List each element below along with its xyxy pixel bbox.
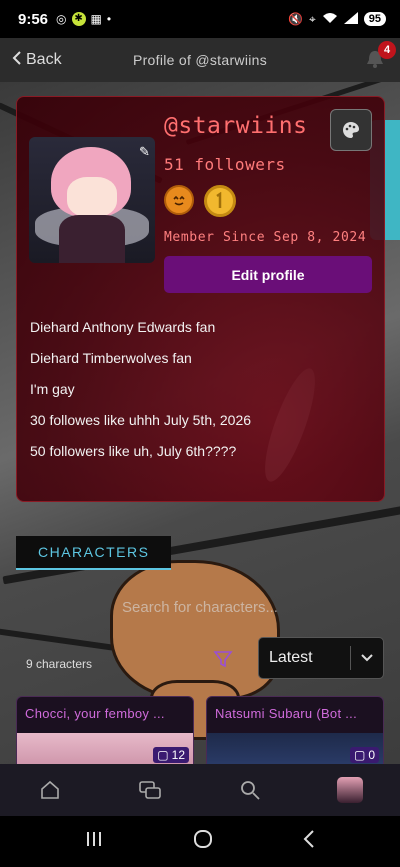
- notification-badge: 4: [378, 41, 396, 59]
- chevron-down-icon: [357, 647, 377, 672]
- nav-profile[interactable]: [326, 770, 374, 810]
- gold-coin-badge-icon: [204, 185, 236, 217]
- hotspot-icon: ◎: [56, 12, 67, 26]
- sort-select[interactable]: Latest: [258, 637, 384, 679]
- character-card[interactable]: Natsumi Subaru (Bot ... ▢ 0: [206, 696, 384, 766]
- profile-bio: Diehard Anthony Edwards fan Diehard Timb…: [30, 319, 251, 474]
- back-system-button[interactable]: [302, 829, 316, 854]
- battery-level: 95: [363, 12, 386, 26]
- edit-avatar-pencil-icon[interactable]: ✎: [139, 144, 150, 160]
- chat-bubble-icon: ▢: [157, 748, 169, 762]
- status-bar: 9:56 ◎ ✱ ▦ • 🔇 ⌖ 95: [0, 0, 400, 38]
- back-label: Back: [26, 51, 62, 68]
- nav-home[interactable]: [26, 770, 74, 810]
- mute-icon: 🔇: [288, 12, 303, 26]
- app-notification-icon: ✱: [71, 12, 86, 26]
- profile-badges: [164, 185, 236, 217]
- profile-avatar-icon: [337, 777, 363, 803]
- bio-line: I'm gay: [30, 381, 75, 397]
- pumpkin-badge-icon: [164, 185, 194, 215]
- bio-line: 50 followers like uh, July 6th????: [30, 443, 237, 459]
- character-card[interactable]: Chocci, your femboy ... ▢ 12: [16, 696, 194, 766]
- calendar-icon: ▦: [90, 12, 102, 26]
- sort-selected-value: Latest: [269, 649, 313, 666]
- back-arrow-icon: [303, 830, 314, 848]
- palette-icon: [343, 122, 359, 138]
- bio-line: Diehard Timberwolves fan: [30, 350, 192, 366]
- home-circle-icon: [193, 830, 212, 848]
- wifi-icon: [322, 12, 338, 27]
- back-button[interactable]: Back: [12, 50, 62, 71]
- home-system-button[interactable]: [193, 829, 213, 854]
- bottom-navigation: [0, 764, 400, 816]
- status-time: 9:56: [18, 10, 49, 28]
- chat-count-badge: ▢ 0: [349, 747, 379, 763]
- character-search-input[interactable]: [16, 587, 384, 627]
- header-bar: Back Profile of @starwiins 4: [0, 38, 400, 82]
- recents-icon: [87, 832, 102, 846]
- search-icon: [241, 781, 260, 800]
- chats-icon: [139, 781, 161, 799]
- character-count: 9 characters: [26, 657, 93, 671]
- notifications-button[interactable]: 4: [364, 41, 396, 72]
- profile-tabs: CHARACTERS: [16, 536, 172, 570]
- theme-palette-button[interactable]: [330, 109, 372, 151]
- cell-signal-icon: [343, 11, 358, 27]
- nav-search[interactable]: [226, 770, 274, 810]
- profile-username: @starwiins: [164, 113, 308, 139]
- member-since: Member Since Sep 8, 2024: [164, 230, 367, 245]
- more-dot-icon: •: [106, 12, 112, 26]
- location-icon: ⌖: [308, 11, 316, 26]
- character-name: Natsumi Subaru (Bot ...: [215, 706, 358, 721]
- character-name: Chocci, your femboy ...: [25, 706, 165, 721]
- chat-bubble-icon: ▢: [353, 748, 366, 762]
- filter-button[interactable]: [212, 648, 234, 670]
- filter-funnel-icon: [213, 651, 233, 668]
- nav-chats[interactable]: [126, 770, 174, 810]
- bio-line: Diehard Anthony Edwards fan: [30, 319, 216, 335]
- chevron-left-icon: [12, 50, 22, 71]
- home-icon: [41, 780, 59, 799]
- recent-apps-button[interactable]: [84, 830, 104, 853]
- profile-avatar[interactable]: [29, 137, 155, 263]
- followers-count[interactable]: 51 followers: [164, 155, 286, 174]
- edit-profile-button[interactable]: Edit profile: [164, 256, 372, 293]
- chat-count-badge: ▢ 12: [153, 747, 189, 763]
- bio-line: 30 followes like uhhh July 5th, 2026: [30, 412, 252, 428]
- tab-characters[interactable]: CHARACTERS: [16, 536, 172, 570]
- system-navigation: [0, 816, 400, 867]
- profile-card: ✎ @starwiins 51 followers Member Since S…: [16, 96, 385, 502]
